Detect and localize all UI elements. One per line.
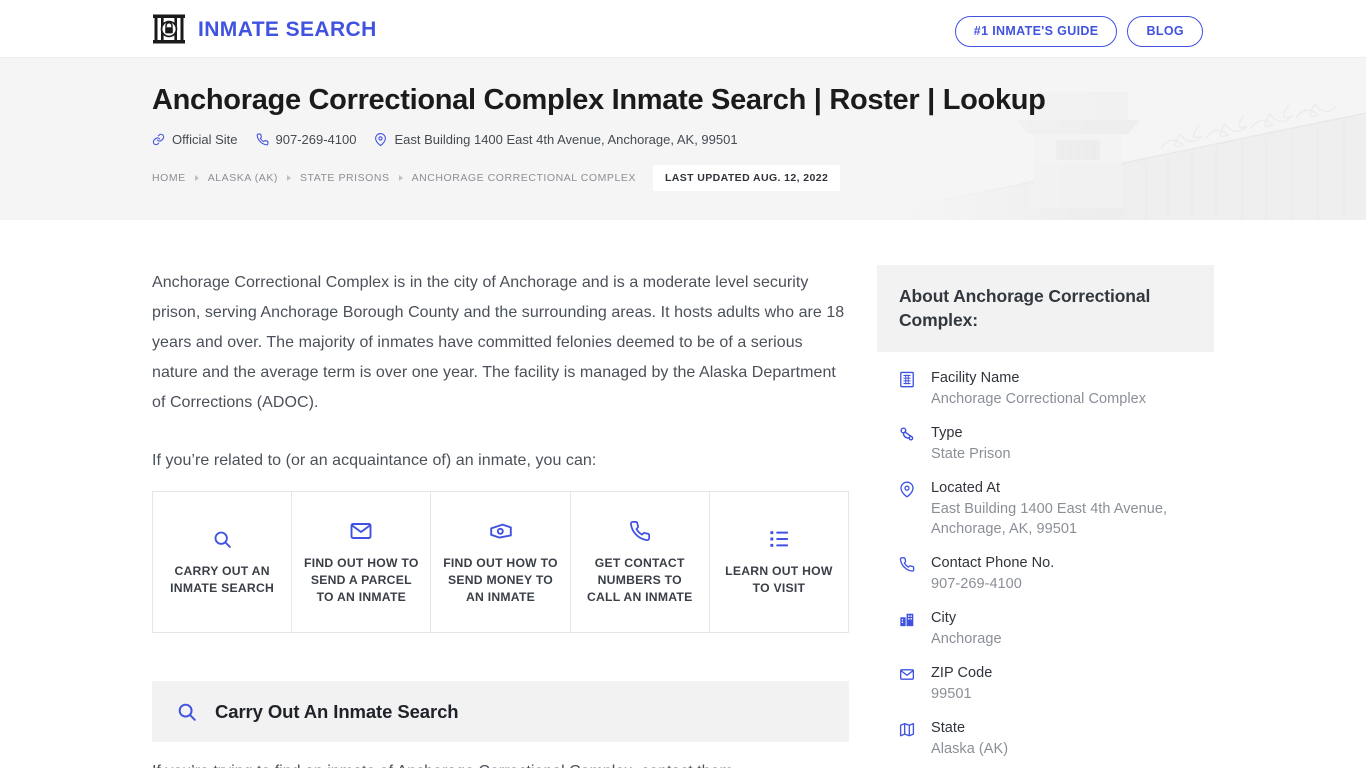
brand-logo-link[interactable]: INMATE SEARCH [152, 13, 377, 45]
action-card-visit[interactable]: LEARN OUT HOW TO VISIT [710, 492, 848, 632]
action-card-label: FIND OUT HOW TO SEND A PARCEL TO AN INMA… [304, 555, 419, 604]
action-card-label: CARRY OUT AN INMATE SEARCH [170, 564, 275, 595]
brand-name: INMATE SEARCH [198, 17, 377, 41]
hero-phone-link[interactable]: 907-269-4100 [256, 132, 357, 148]
map-pin-icon [375, 133, 387, 147]
page-title: Anchorage Correctional Complex Inmate Se… [152, 84, 1046, 116]
link-icon [152, 134, 165, 146]
phone-icon [256, 133, 268, 146]
action-card-label: GET CONTACT NUMBERS TO CALL AN INMATE [586, 555, 693, 604]
list-icon [768, 527, 790, 551]
map-pin-icon [899, 478, 917, 539]
action-card-send-money[interactable]: FIND OUT HOW TO SEND MONEY TO AN INMATE [431, 492, 571, 632]
header-actions: #1 INMATE'S GUIDE BLOG [954, 16, 1203, 47]
fact-zip-code: ZIP Code 99501 [877, 663, 1214, 718]
city-icon [899, 608, 917, 649]
top-navigation-bar: INMATE SEARCH #1 INMATE'S GUIDE BLOG [0, 0, 1366, 58]
fact-label: State [931, 720, 966, 736]
action-card-inmate-search[interactable]: CARRY OUT AN INMATE SEARCH [153, 492, 293, 632]
fact-facility-name: Facility Name Anchorage Correctional Com… [877, 368, 1214, 423]
breadcrumb-item-home[interactable]: HOME [152, 172, 186, 184]
hero-phone-number: 907-269-4100 [275, 132, 357, 148]
building-grid-icon [899, 368, 917, 409]
fact-located-at: Located At East Building 1400 East 4th A… [877, 478, 1214, 553]
action-card-send-parcel[interactable]: FIND OUT HOW TO SEND A PARCEL TO AN INMA… [292, 492, 432, 632]
section-heading: Carry Out An Inmate Search [215, 700, 459, 722]
envelope-icon [899, 663, 917, 704]
fact-label: Contact Phone No. [931, 555, 1055, 571]
fact-value: State Prison [931, 446, 1011, 462]
fact-value: 99501 [931, 686, 972, 702]
money-icon [489, 519, 513, 543]
blog-button[interactable]: BLOG [1127, 16, 1203, 47]
prison-bars-padlock-icon [153, 14, 185, 44]
breadcrumb-item-state-prisons[interactable]: STATE PRISONS [300, 172, 390, 184]
about-panel-title: About Anchorage Correctional Complex: [899, 286, 1151, 330]
fact-label: Located At [931, 480, 1001, 496]
breadcrumb: HOME ALASKA (AK) STATE PRISONS ANCHORAGE… [152, 165, 1046, 192]
fact-label: Facility Name [931, 370, 1020, 386]
type-branch-icon [899, 423, 917, 464]
fact-label: Type [931, 425, 963, 441]
fact-city: City Anchorage [877, 608, 1214, 663]
breadcrumb-separator-icon [286, 175, 291, 182]
hero-address: East Building 1400 East 4th Avenue, Anch… [374, 132, 738, 148]
breadcrumb-item-alaska[interactable]: ALASKA (AK) [208, 172, 278, 184]
action-card-label: LEARN OUT HOW TO VISIT [725, 564, 833, 595]
breadcrumb-separator-icon [398, 175, 403, 182]
fact-contact-phone: Contact Phone No. 907-269-4100 [877, 553, 1214, 608]
last-updated-badge: LAST UPDATED AUG. 12, 2022 [652, 165, 841, 192]
fact-label: ZIP Code [931, 665, 993, 681]
fact-value: East Building 1400 East 4th Avenue, Anch… [931, 501, 1168, 537]
intro-paragraph: Anchorage Correctional Complex is in the… [152, 274, 845, 411]
hero-section: Anchorage Correctional Complex Inmate Se… [0, 58, 1366, 220]
hero-address-text: East Building 1400 East 4th Avenue, Anch… [394, 132, 738, 148]
fact-value: 907-269-4100 [931, 576, 1022, 592]
fact-value: Alaska (AK) [931, 741, 1009, 757]
search-icon [176, 701, 198, 723]
search-icon [212, 527, 233, 551]
action-cards-row: CARRY OUT AN INMATE SEARCH FIND OUT HOW … [152, 491, 849, 633]
breadcrumb-item-current: ANCHORAGE CORRECTIONAL COMPLEX [411, 172, 636, 185]
action-card-label: FIND OUT HOW TO SEND MONEY TO AN INMATE [443, 555, 558, 604]
fact-type: Type State Prison [877, 423, 1214, 478]
map-folded-icon [899, 718, 917, 759]
phone-icon [899, 553, 917, 594]
fact-value: Anchorage Correctional Complex [931, 391, 1147, 407]
fact-value: Anchorage [931, 631, 1002, 647]
facility-facts-list: Facility Name Anchorage Correctional Com… [877, 352, 1214, 768]
lead-in-paragraph: If you’re related to (or an acquaintance… [152, 452, 597, 469]
breadcrumb-separator-icon [194, 175, 199, 182]
section-heading-bar: Carry Out An Inmate Search [152, 681, 849, 742]
envelope-icon [349, 519, 373, 543]
action-card-contact-numbers[interactable]: GET CONTACT NUMBERS TO CALL AN INMATE [571, 492, 710, 632]
official-site-link[interactable]: Official Site [152, 132, 238, 147]
section-paragraph: If you’re trying to find an inmate of An… [152, 757, 849, 768]
hero-content: Anchorage Correctional Complex Inmate Se… [152, 84, 1046, 192]
article-column: Anchorage Correctional Complex is in the… [152, 268, 849, 476]
fact-label: City [931, 610, 957, 626]
inmates-guide-button[interactable]: #1 INMATE'S GUIDE [954, 16, 1118, 47]
phone-icon [629, 519, 651, 543]
about-panel-header: About Anchorage Correctional Complex: [877, 265, 1214, 352]
page-root: INMATE SEARCH #1 INMATE'S GUIDE BLOG Anc… [0, 0, 1366, 768]
about-facility-panel: About Anchorage Correctional Complex: Fa… [877, 265, 1214, 768]
official-site-label: Official Site [172, 132, 238, 148]
fact-state: State Alaska (AK) [877, 718, 1214, 768]
hero-meta-row: Official Site 907-269-4100 East Building… [152, 132, 1046, 147]
